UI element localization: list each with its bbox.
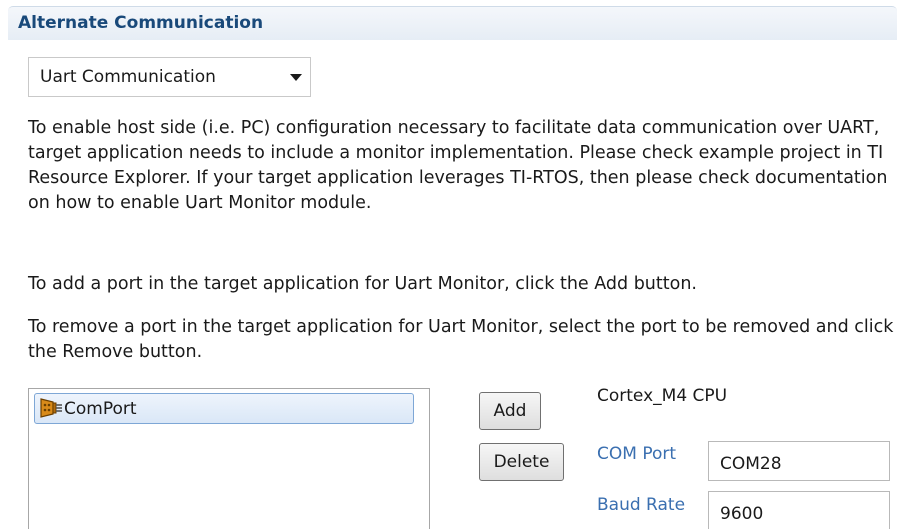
- description-paragraph-add: To add a port in the target application …: [28, 274, 697, 294]
- target-name: Cortex_M4 CPU: [597, 386, 728, 406]
- communication-mode-value: Uart Communication: [40, 67, 216, 87]
- chevron-down-icon[interactable]: [290, 74, 302, 81]
- list-item[interactable]: ComPort: [34, 393, 414, 424]
- com-port-field[interactable]: [708, 441, 890, 481]
- port-item-label: ComPort: [64, 399, 137, 419]
- baud-rate-label: Baud Rate: [597, 495, 686, 515]
- description-paragraph-remove: To remove a port in the target applicati…: [28, 317, 894, 362]
- baud-rate-field[interactable]: [708, 491, 890, 529]
- description-paragraph-monitor: To enable host side (i.e. PC) configurat…: [28, 118, 888, 213]
- serial-port-icon: [40, 397, 64, 419]
- communication-mode-dropdown[interactable]: Uart Communication: [28, 57, 311, 97]
- port-list[interactable]: ComPort: [28, 388, 430, 529]
- section-header: Alternate Communication: [8, 6, 897, 40]
- delete-button[interactable]: Delete: [479, 443, 564, 481]
- add-button[interactable]: Add: [479, 392, 541, 430]
- com-port-label: COM Port: [597, 444, 677, 464]
- section-title: Alternate Communication: [18, 13, 264, 33]
